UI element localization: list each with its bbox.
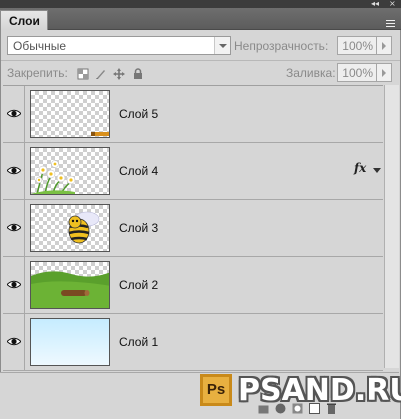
daisies-icon bbox=[31, 160, 76, 194]
logo-stamp-icon bbox=[91, 132, 109, 136]
lock-label: Закрепить: bbox=[7, 66, 68, 80]
watermark-text: PSAND.RU bbox=[238, 373, 401, 408]
fill-input[interactable]: 100% bbox=[337, 63, 377, 82]
visibility-toggle[interactable] bbox=[3, 314, 25, 370]
layer-name[interactable]: Слой 2 bbox=[119, 278, 158, 292]
tab-layers[interactable]: Слои bbox=[0, 10, 48, 30]
layer-thumbnail bbox=[30, 204, 110, 252]
layers-list: Слой 5 Слой 4 fx Слой 3 Слой 2 Слой 1 bbox=[3, 85, 383, 371]
expand-effects-icon[interactable] bbox=[373, 168, 381, 173]
layer-name[interactable]: Слой 3 bbox=[119, 221, 158, 235]
window-titlebar: ◂◂ × bbox=[0, 0, 401, 8]
brush-icon[interactable] bbox=[95, 68, 107, 80]
eye-icon[interactable] bbox=[7, 280, 21, 289]
opacity-input[interactable]: 100% bbox=[337, 36, 377, 55]
lock-icon[interactable] bbox=[132, 68, 144, 80]
lock-transparency-icon[interactable] bbox=[77, 68, 89, 80]
bee-icon bbox=[68, 211, 100, 244]
opacity-label: Непрозрачность: bbox=[234, 39, 329, 53]
panel-tab-row: Слои bbox=[0, 8, 401, 30]
eye-icon[interactable] bbox=[7, 109, 21, 118]
divider bbox=[1, 60, 400, 61]
layer-row[interactable]: Слой 2 bbox=[3, 257, 383, 314]
fill-label: Заливка: bbox=[286, 66, 336, 80]
opacity-slider-button[interactable] bbox=[377, 36, 392, 55]
move-icon[interactable] bbox=[113, 68, 125, 80]
eye-icon[interactable] bbox=[7, 337, 21, 346]
visibility-toggle[interactable] bbox=[3, 257, 25, 313]
layer-thumbnail bbox=[30, 318, 110, 366]
eye-icon[interactable] bbox=[7, 223, 21, 232]
close-icon[interactable]: × bbox=[389, 0, 396, 8]
visibility-toggle[interactable] bbox=[3, 200, 25, 256]
layer-thumbnail bbox=[30, 90, 110, 138]
layer-name[interactable]: Слой 4 bbox=[119, 164, 158, 178]
watermark: Ps PSAND.RU bbox=[200, 370, 401, 416]
layer-row[interactable]: Слой 5 bbox=[3, 86, 383, 143]
layers-panel: Обычные Непрозрачность: 100% Закрепить: … bbox=[0, 30, 401, 419]
visibility-toggle[interactable] bbox=[3, 86, 25, 142]
grass-log-icon bbox=[31, 271, 109, 308]
chevron-down-icon[interactable] bbox=[214, 37, 230, 54]
eye-icon[interactable] bbox=[7, 166, 21, 175]
blend-mode-value: Обычные bbox=[13, 39, 67, 53]
panel-menu-icon[interactable] bbox=[383, 20, 395, 28]
scrollbar[interactable] bbox=[384, 85, 399, 368]
layer-effects-icon[interactable]: fx bbox=[354, 161, 366, 175]
fill-slider-button[interactable] bbox=[377, 63, 392, 82]
layer-name[interactable]: Слой 5 bbox=[119, 107, 158, 121]
ps-logo-badge: Ps bbox=[200, 374, 232, 406]
layer-thumbnail bbox=[30, 261, 110, 309]
layer-row[interactable]: Слой 1 bbox=[3, 314, 383, 371]
blend-mode-select[interactable]: Обычные bbox=[7, 36, 231, 55]
layer-row[interactable]: Слой 3 bbox=[3, 200, 383, 257]
layer-thumbnail bbox=[30, 147, 110, 195]
visibility-toggle[interactable] bbox=[3, 143, 25, 199]
layer-name[interactable]: Слой 1 bbox=[119, 335, 158, 349]
layer-row[interactable]: Слой 4 fx bbox=[3, 143, 383, 200]
collapse-icon[interactable]: ◂◂ bbox=[371, 0, 379, 8]
